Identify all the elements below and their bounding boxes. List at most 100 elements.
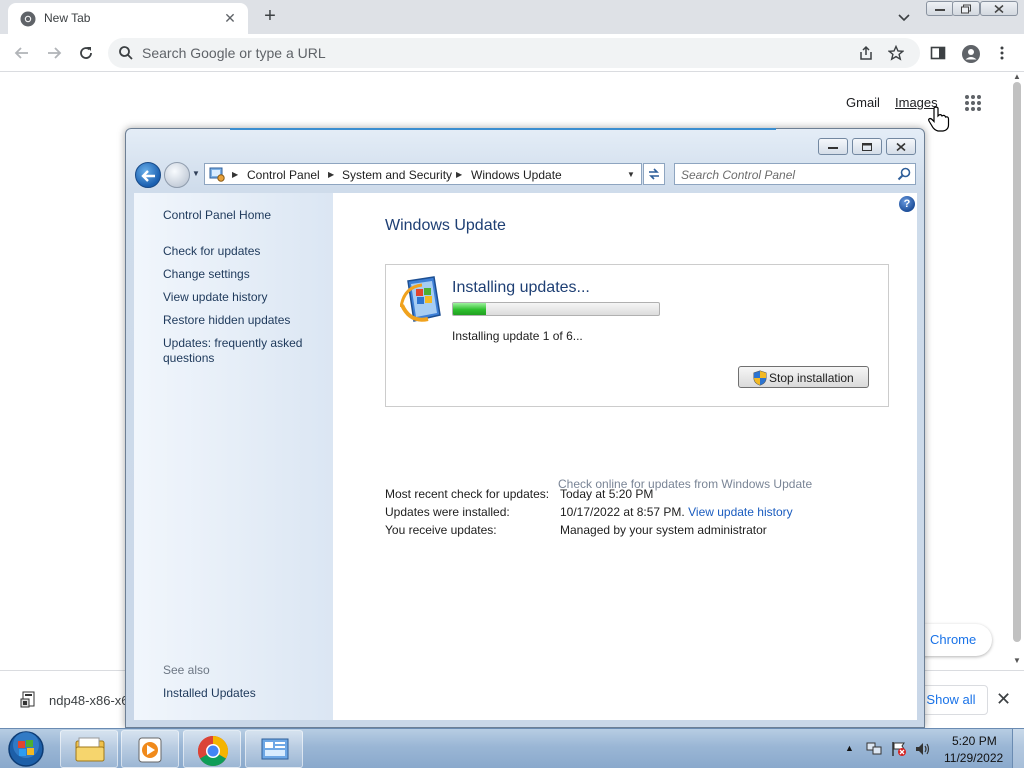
window-accent-strip [230, 128, 776, 130]
nav-updates-faq[interactable]: Updates: frequently asked questions [163, 336, 313, 366]
nav-view-update-history[interactable]: View update history [163, 290, 268, 305]
minimize-icon [828, 146, 838, 149]
arrow-right-icon [48, 47, 62, 59]
chrome-favicon-icon [20, 11, 36, 27]
breadcrumb-separator-icon[interactable]: ▶ [232, 170, 238, 179]
tab-search-chevron-icon[interactable] [896, 9, 912, 25]
show-desktop-button[interactable] [1012, 729, 1024, 768]
browser-restore-button[interactable] [952, 1, 980, 16]
cp-address-bar[interactable]: ▶ Control Panel ▶ System and Security ▶ … [204, 163, 642, 185]
cp-refresh-button[interactable] [643, 163, 665, 185]
breadcrumb-windows-update[interactable]: Windows Update [471, 168, 562, 182]
uac-shield-icon [753, 370, 767, 386]
browser-close-button[interactable] [980, 1, 1018, 16]
nav-check-for-updates[interactable]: Check for updates [163, 244, 260, 259]
address-dropdown-icon[interactable]: ▼ [627, 170, 635, 179]
media-player-icon [138, 737, 162, 763]
hand-pointer-cursor-icon [928, 106, 950, 132]
check-online-link[interactable]: Check online for updates from Windows Up… [558, 477, 812, 491]
page-scrollbar[interactable]: ▲ ▼ [1010, 72, 1024, 670]
chrome-toolbar [0, 34, 1024, 72]
clock-date[interactable]: 11/29/2022 [944, 751, 1003, 765]
update-status-panel: Installing updates... Installing update … [385, 264, 889, 407]
page-title: Windows Update [385, 217, 506, 234]
cp-maximize-button[interactable] [852, 138, 882, 155]
cp-close-button[interactable] [886, 138, 916, 155]
windows-start-orb-icon[interactable] [4, 730, 48, 768]
download-shelf-close-icon[interactable]: ✕ [996, 689, 1011, 710]
recent-check-label: Most recent check for updates: [385, 487, 550, 501]
see-also-heading: See also [163, 663, 210, 677]
recent-pages-chevron-icon[interactable]: ▼ [192, 169, 200, 178]
reload-button[interactable] [74, 41, 98, 65]
omnibox-input[interactable] [142, 44, 822, 62]
breadcrumb-system-security[interactable]: System and Security [342, 168, 452, 182]
gmail-link[interactable]: Gmail [846, 95, 880, 110]
profile-button[interactable] [958, 41, 982, 65]
nav-control-panel-home[interactable]: Control Panel Home [163, 208, 271, 223]
cp-forward-button[interactable] [164, 162, 190, 188]
nav-change-settings[interactable]: Change settings [163, 267, 250, 282]
chrome-menu-button[interactable] [990, 41, 1014, 65]
share-icon[interactable] [858, 45, 874, 61]
nav-restore-hidden-updates[interactable]: Restore hidden updates [163, 313, 290, 328]
network-icon[interactable] [866, 741, 882, 757]
stop-installation-button[interactable]: Stop installation [738, 366, 869, 388]
scroll-up-arrow-icon[interactable]: ▲ [1013, 72, 1021, 81]
search-icon[interactable] [897, 167, 911, 181]
tab-close-icon[interactable]: ✕ [220, 8, 240, 28]
tab-new-tab[interactable]: New Tab ✕ [8, 3, 248, 34]
side-panel-button[interactable] [926, 41, 950, 65]
windows-update-shield-icon [400, 276, 441, 322]
avatar-icon [962, 45, 980, 63]
google-apps-grid-icon[interactable] [964, 94, 982, 112]
taskbar-windows-explorer[interactable] [60, 730, 118, 768]
taskbar-control-panel[interactable] [245, 730, 303, 768]
cp-search-box[interactable] [674, 163, 916, 185]
scroll-down-arrow-icon[interactable]: ▼ [1013, 656, 1021, 665]
cp-main-pane: ? Windows Update Installing updates... I… [333, 193, 917, 720]
show-hidden-icons-arrow-icon[interactable]: ▲ [845, 743, 854, 753]
control-panel-icon [209, 167, 225, 182]
taskbar-media-player[interactable] [121, 730, 179, 768]
new-tab-button[interactable]: + [258, 5, 282, 29]
back-button[interactable] [10, 41, 34, 65]
help-icon[interactable]: ? [899, 196, 915, 212]
scrollbar-thumb[interactable] [1013, 82, 1021, 642]
omnibox[interactable] [108, 38, 920, 68]
tab-title: New Tab [44, 11, 91, 25]
arrow-left-icon [14, 47, 28, 59]
browser-minimize-button[interactable] [926, 1, 954, 16]
stop-installation-label: Stop installation [769, 371, 854, 385]
clock-time[interactable]: 5:20 PM [952, 734, 997, 748]
breadcrumb-control-panel[interactable]: Control Panel [247, 168, 320, 182]
installed-label: Updates were installed: [385, 505, 510, 519]
chrome-tab-strip: New Tab ✕ + [0, 0, 1024, 34]
refresh-arrows-icon [649, 168, 659, 180]
taskbar-google-chrome[interactable] [183, 730, 241, 768]
receive-updates-value: Managed by your system administrator [560, 523, 767, 537]
view-update-history-link[interactable]: View update history [688, 505, 793, 519]
breadcrumb-separator-icon[interactable]: ▶ [456, 170, 462, 179]
volume-icon[interactable] [914, 741, 930, 757]
action-center-flag-icon[interactable] [891, 741, 907, 757]
download-file-name[interactable]: ndp48-x86-x6 [49, 693, 129, 708]
bookmark-star-icon[interactable] [888, 45, 904, 61]
status-heading: Installing updates... [452, 279, 590, 296]
control-panel-window: ▼ ▶ Control Panel ▶ System and Security … [125, 128, 925, 728]
close-icon [994, 4, 1004, 13]
side-panel-icon [930, 46, 946, 60]
breadcrumb-separator-icon[interactable]: ▶ [328, 170, 334, 179]
install-progress-bar [452, 302, 660, 316]
show-all-downloads-button[interactable]: Show all [914, 685, 988, 715]
forward-button[interactable] [42, 41, 66, 65]
cp-minimize-button[interactable] [818, 138, 848, 155]
arrow-left-icon [141, 170, 155, 182]
cp-back-button[interactable] [135, 162, 161, 188]
minimize-icon [935, 8, 945, 11]
control-panel-icon [261, 738, 289, 760]
close-icon [896, 142, 906, 151]
search-icon [119, 46, 133, 60]
cp-search-input[interactable] [681, 167, 881, 182]
nav-installed-updates[interactable]: Installed Updates [163, 686, 256, 701]
